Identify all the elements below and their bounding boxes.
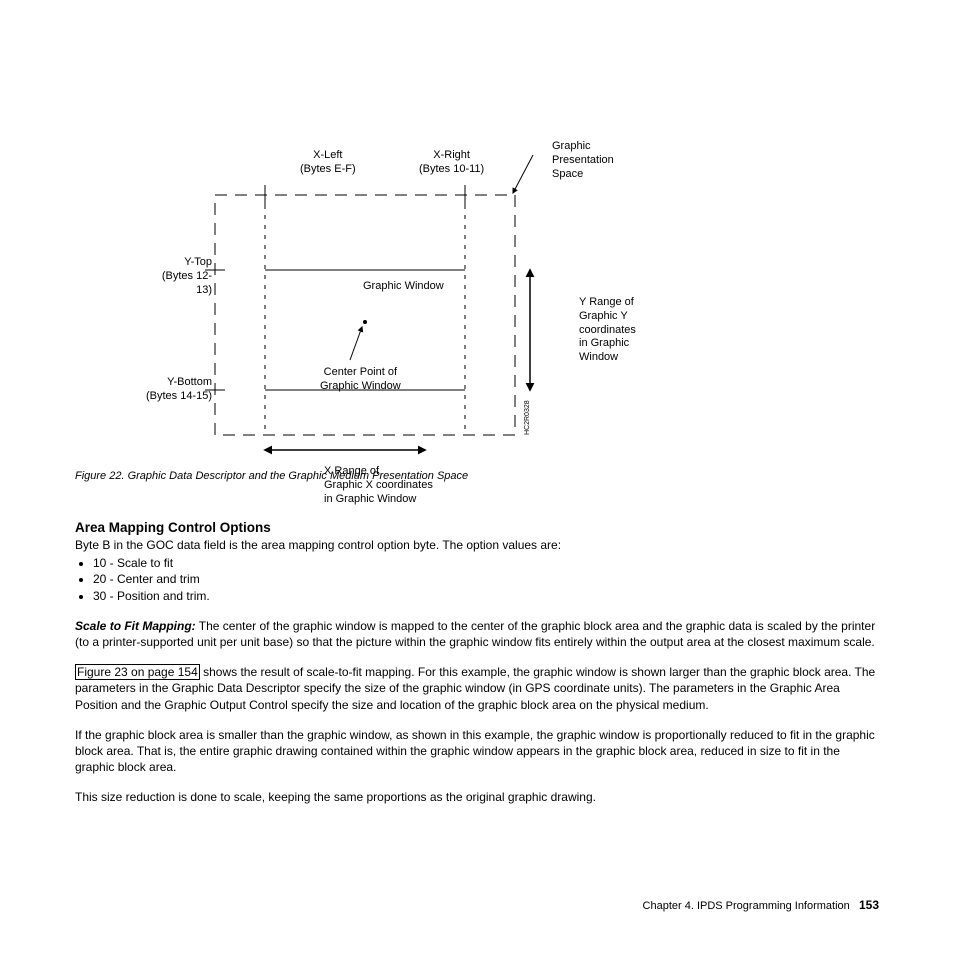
list-item: 30 - Position and trim. — [93, 588, 879, 604]
page-number: 153 — [859, 898, 879, 912]
label-sidecode: HC2R0328 — [524, 400, 531, 435]
heading-area-mapping: Area Mapping Control Options — [75, 520, 879, 535]
label-ybottom: Y-Bottom(Bytes 14-15) — [139, 376, 212, 404]
list-item: 20 - Center and trim — [93, 571, 879, 587]
para-scale-to-fit: Scale to Fit Mapping: The center of the … — [75, 618, 879, 650]
label-xleft: X-Left(Bytes E-F) — [300, 149, 356, 177]
scale-text: The center of the graphic window is mapp… — [75, 619, 875, 649]
footer-chapter: Chapter 4. IPDS Programming Information — [643, 900, 850, 912]
label-center-point: Center Point ofGraphic Window — [320, 366, 401, 394]
label-yrange: Y Range ofGraphic Ycoordinatesin Graphic… — [579, 296, 636, 365]
run-in-label: Scale to Fit Mapping: — [75, 619, 196, 633]
figure-caption: Figure 22. Graphic Data Descriptor and t… — [75, 470, 879, 482]
intro-text: Byte B in the GOC data field is the area… — [75, 537, 879, 553]
para-figure-ref: Figure 23 on page 154 shows the result o… — [75, 664, 879, 713]
label-ytop: Y-Top(Bytes 12-13) — [157, 256, 212, 297]
figure-link[interactable]: Figure 23 on page 154 — [75, 664, 200, 680]
para-scale-note: This size reduction is done to scale, ke… — [75, 789, 879, 805]
label-graphic-window: Graphic Window — [363, 280, 444, 294]
label-gps: GraphicPresentationSpace — [552, 140, 614, 181]
page-footer: Chapter 4. IPDS Programming Information … — [643, 898, 879, 912]
para-proportional: If the graphic block area is smaller tha… — [75, 727, 879, 776]
list-item: 10 - Scale to fit — [93, 555, 879, 571]
label-xright: X-Right(Bytes 10-11) — [419, 149, 484, 177]
label-xrange: X Range ofGraphic X coordinatesin Graphi… — [324, 465, 433, 506]
options-list: 10 - Scale to fit 20 - Center and trim 3… — [75, 555, 879, 604]
figure-diagram: X-Left(Bytes E-F) X-Right(Bytes 10-11) G… — [135, 60, 879, 460]
